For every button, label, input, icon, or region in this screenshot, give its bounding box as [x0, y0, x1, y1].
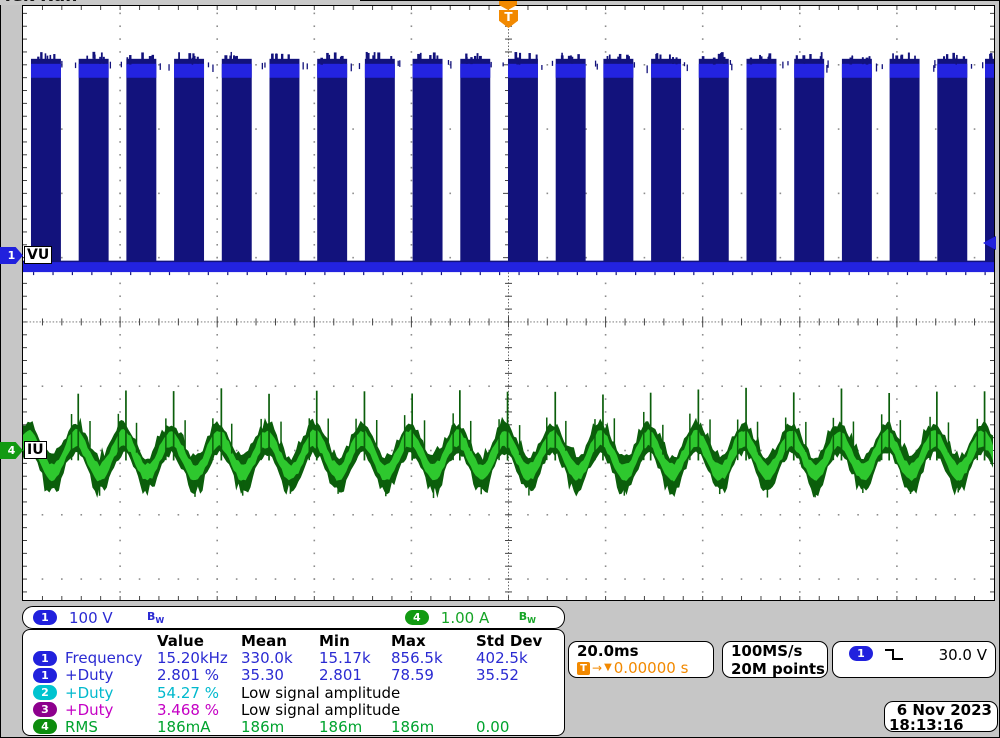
- measurement-channel-badge: 2: [33, 685, 57, 700]
- record-length: 20M points: [731, 660, 827, 678]
- status-bar-clipped: Tek Run: [0, 0, 360, 5]
- measurement-name: Frequency: [65, 649, 157, 667]
- trigger-level-value: 30.0 V: [939, 646, 987, 664]
- ch1-scale: 100 V: [69, 609, 147, 627]
- ch4-badge: 4: [405, 610, 429, 625]
- measurement-name: +Duty: [65, 684, 157, 702]
- time-value: 18:13:16: [889, 718, 992, 733]
- ch4-scale: 1.00 A: [441, 609, 519, 627]
- ch1-badge: 1: [33, 610, 57, 625]
- datetime-box: 6 Nov 2023 18:13:16: [884, 701, 998, 732]
- triangle-down-icon: ▼: [604, 660, 612, 676]
- col-max: Max: [391, 632, 476, 650]
- ch1-readout: 1 100 V BW: [23, 609, 164, 627]
- ch4-readout: 4 1.00 A BW: [405, 609, 564, 627]
- graticule-svg: [23, 6, 994, 600]
- measurement-value: 54.27 %: [157, 684, 241, 702]
- measurement-min: 15.17k: [319, 649, 391, 667]
- measurement-channel-badge: 3: [33, 702, 57, 717]
- ch4-marker-icon: 4: [0, 442, 23, 459]
- measurement-message: Low signal amplitude: [241, 684, 564, 702]
- measurement-name: RMS: [65, 718, 157, 736]
- ch1-bandwidth-icon: BW: [147, 610, 164, 625]
- sample-rate: 100MS/s: [731, 642, 827, 660]
- col-mean: Mean: [241, 632, 319, 650]
- measurement-channel-badge: 4: [33, 719, 57, 734]
- ch1-marker-icon: 1: [0, 247, 23, 264]
- trigger-level-marker-icon: [983, 236, 996, 250]
- ch1-wave-label: VU: [24, 246, 52, 264]
- measurement-mean: 330.0k: [241, 649, 319, 667]
- col-value: Value: [157, 632, 241, 650]
- arrow-right-icon: →: [592, 660, 602, 676]
- measurement-row: 2 +Duty54.27 %Low signal amplitude: [23, 684, 564, 701]
- trigger-position-value: 0.00000 s: [614, 660, 689, 676]
- ch4-bandwidth-icon: BW: [519, 610, 536, 625]
- oscilloscope-screen: Tek Run T 1 VU 4 IU 1 100 V BW 4 1.00 A …: [0, 0, 1000, 738]
- measurement-max: 856.5k: [391, 649, 476, 667]
- measurement-header-row: Value Mean Min Max Std Dev: [23, 632, 564, 649]
- measurement-name: +Duty: [65, 701, 157, 719]
- measurement-panel: Value Mean Min Max Std Dev 1Frequency15.…: [22, 629, 565, 736]
- ch1-waveform: [23, 52, 994, 275]
- acquisition-box: 100MS/s 20M points: [722, 641, 828, 678]
- trigger-t-icon: T: [577, 662, 590, 675]
- measurement-mean: 35.30: [241, 666, 319, 684]
- trigger-source-badge: 1: [849, 646, 873, 661]
- measurement-name: +Duty: [65, 666, 157, 684]
- measurement-stddev: 402.5k: [476, 649, 564, 667]
- measurement-stddev: 35.52: [476, 666, 564, 684]
- measurement-max: 186m: [391, 718, 476, 736]
- measurement-message: Low signal amplitude: [241, 701, 564, 719]
- status-text: Tek Run: [2, 0, 77, 5]
- measurement-value: 186mA: [157, 718, 241, 736]
- measurement-row: 1 +Duty2.801 %35.302.80178.5935.52: [23, 666, 564, 683]
- measurement-stddev: 0.00: [476, 718, 564, 736]
- measurement-row: 3 +Duty3.468 %Low signal amplitude: [23, 701, 564, 718]
- graticule-area: [22, 5, 995, 601]
- channel-readout-bar: 1 100 V BW 4 1.00 A BW: [22, 606, 565, 629]
- col-min: Min: [319, 632, 391, 650]
- measurement-row: 4RMS186mA186m186m186m0.00: [23, 718, 564, 735]
- measurement-row: 1 Frequency15.20kHz330.0k15.17k856.5k402.…: [23, 649, 564, 666]
- timebase-value: 20.0ms: [577, 642, 713, 660]
- measurement-mean: 186m: [241, 718, 319, 736]
- measurement-value: 2.801 %: [157, 666, 241, 684]
- measurement-max: 78.59: [391, 666, 476, 684]
- measurement-min: 186m: [319, 718, 391, 736]
- col-stddev: Std Dev: [476, 632, 564, 650]
- measurement-value: 15.20kHz: [157, 649, 241, 667]
- falling-edge-icon: [883, 647, 905, 662]
- measurement-value: 3.468 %: [157, 701, 241, 719]
- trigger-position-readout: T→▼0.00000 s: [577, 660, 713, 676]
- measurement-channel-badge: 1: [33, 651, 57, 666]
- horizontal-scale-box: 20.0ms T→▼0.00000 s: [568, 641, 714, 678]
- measurement-min: 2.801: [319, 666, 391, 684]
- measurement-rows: 1 Frequency15.20kHz330.0k15.17k856.5k402.…: [23, 649, 564, 735]
- ch4-wave-label: IU: [24, 441, 47, 459]
- trigger-readout-box: 1 30.0 V: [832, 641, 996, 678]
- measurement-channel-badge: 1: [33, 668, 57, 683]
